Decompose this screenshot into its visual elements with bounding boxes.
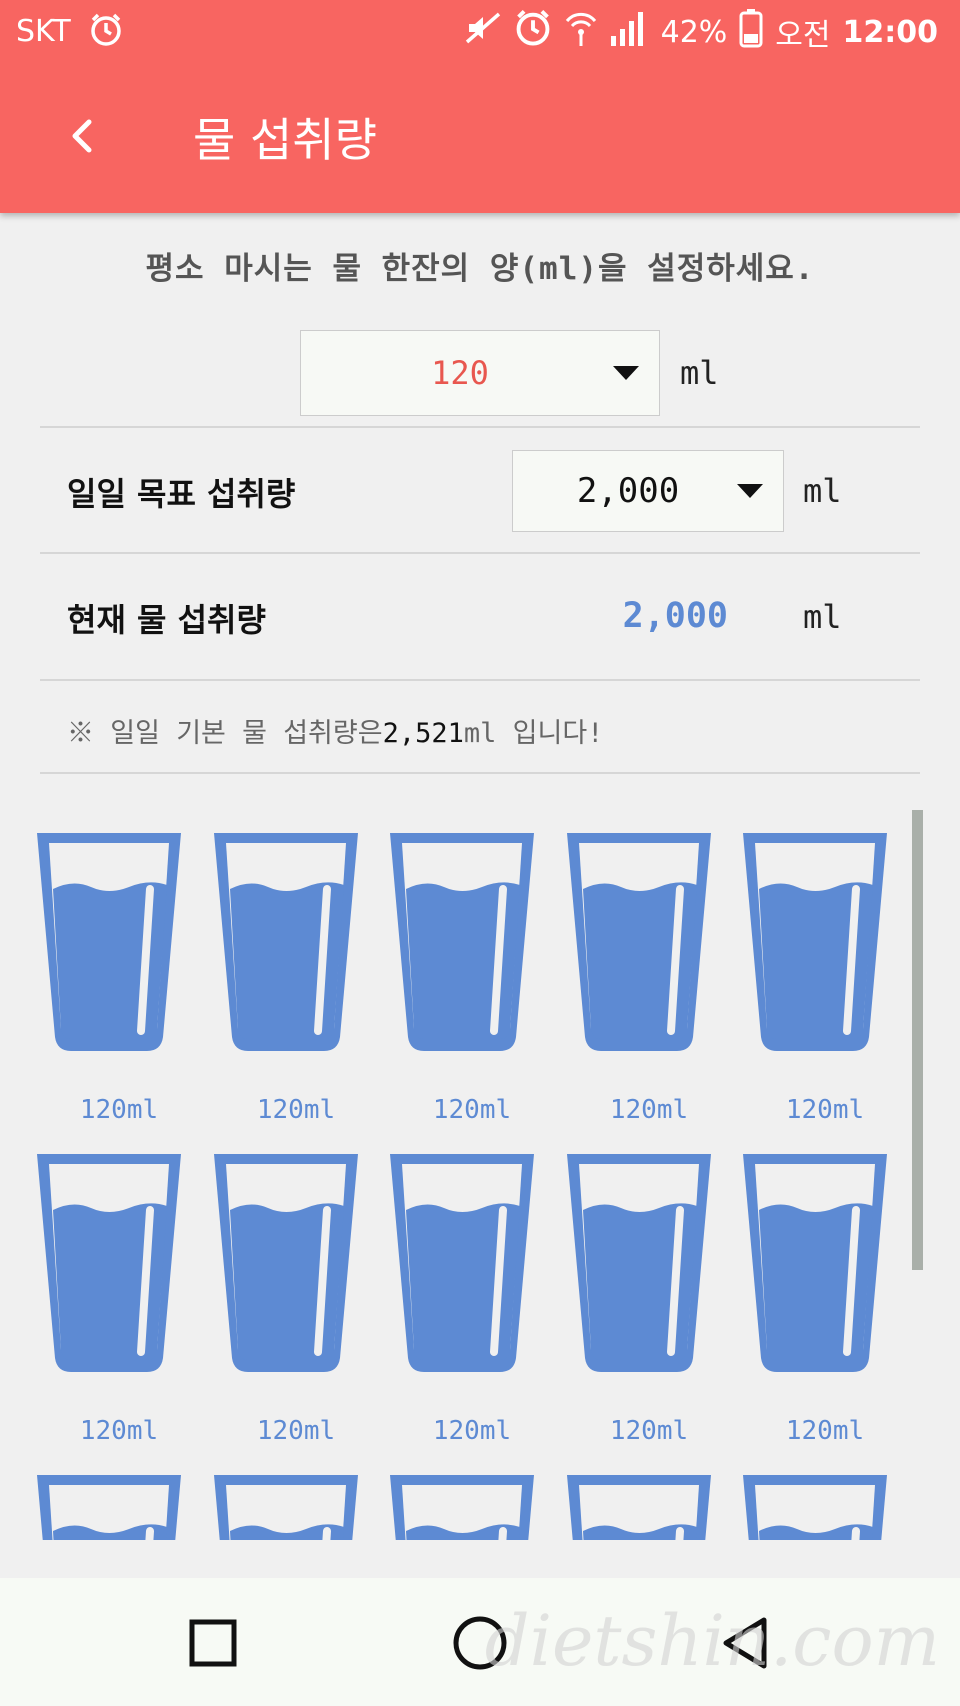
- cup-amount-label: 120ml: [79, 1416, 159, 1446]
- water-cup[interactable]: [214, 1154, 358, 1374]
- water-glass-icon: [214, 833, 358, 1051]
- water-cup[interactable]: [37, 1475, 181, 1540]
- scrollbar[interactable]: [912, 810, 923, 1270]
- recent-apps-button[interactable]: [178, 1608, 248, 1678]
- chevron-left-icon: [72, 119, 92, 153]
- cup-size-value: 120: [431, 354, 489, 392]
- current-intake-unit: ml: [803, 598, 842, 636]
- cup-size-dropdown[interactable]: 120: [300, 330, 660, 416]
- battery-icon: [739, 8, 763, 56]
- app-bar: 물 섭취량: [0, 66, 960, 213]
- water-glass-icon: [37, 1154, 181, 1372]
- status-icons: 42% 오전 12:00: [465, 9, 939, 55]
- cup-grid: 120ml 120ml 120ml 120ml 120ml 120ml 120ml 120ml…: [0, 800, 960, 1540]
- water-glass-icon: [390, 1475, 534, 1540]
- daily-goal-dropdown[interactable]: 2,000: [512, 450, 784, 532]
- cup-size-unit: ml: [680, 354, 719, 392]
- time-prefix: 오전: [775, 18, 831, 53]
- water-glass-icon: [37, 833, 181, 1051]
- water-cup[interactable]: [390, 1154, 534, 1374]
- cup-amount-label: 120ml: [79, 1095, 159, 1125]
- daily-goal-unit: ml: [803, 472, 842, 510]
- cup-amount-label: 120ml: [609, 1095, 689, 1125]
- note-amount: 2,521: [382, 718, 464, 749]
- battery-percent: 42%: [660, 14, 728, 50]
- water-cup[interactable]: [390, 833, 534, 1053]
- water-cup[interactable]: [390, 1475, 534, 1540]
- current-intake-label: 현재 물 섭취량: [67, 601, 266, 639]
- square-icon: [189, 1619, 237, 1667]
- cup-size-prompt: 평소 마시는 물 한잔의 양(ml)을 설정하세요.: [145, 251, 815, 287]
- dropdown-arrow-icon: [737, 484, 763, 498]
- cup-amount-label: 120ml: [256, 1095, 336, 1125]
- cup-amount-label: 120ml: [256, 1416, 336, 1446]
- water-cup[interactable]: [743, 1154, 887, 1374]
- water-cup[interactable]: [567, 1475, 711, 1540]
- dropdown-arrow-icon: [613, 366, 639, 380]
- water-glass-icon: [390, 833, 534, 1051]
- wifi-icon: [565, 9, 597, 55]
- divider: [40, 772, 920, 774]
- divider: [40, 426, 920, 428]
- water-cup[interactable]: [743, 1475, 887, 1540]
- cup-amount-label: 120ml: [609, 1416, 689, 1446]
- water-cup[interactable]: [214, 1475, 358, 1540]
- back-button[interactable]: [52, 106, 112, 166]
- water-glass-icon: [390, 1154, 534, 1372]
- water-glass-icon: [743, 1154, 887, 1372]
- water-glass-icon: [214, 1475, 358, 1540]
- water-cup[interactable]: [37, 833, 181, 1053]
- divider: [40, 552, 920, 554]
- note-prefix: ※ 일일 기본 물 섭취량은: [67, 718, 383, 749]
- alarm-clock-icon: [513, 8, 553, 56]
- page-title: 물 섭취량: [193, 113, 377, 167]
- alarm-icon: [88, 12, 124, 48]
- divider: [40, 679, 920, 681]
- current-intake-value: 2,000: [622, 596, 728, 636]
- cup-amount-label: 120ml: [432, 1416, 512, 1446]
- water-cup[interactable]: [37, 1154, 181, 1374]
- water-cup[interactable]: [743, 833, 887, 1053]
- cup-amount-label: 120ml: [785, 1416, 865, 1446]
- carrier-name: SKT: [16, 14, 71, 49]
- water-glass-icon: [37, 1475, 181, 1540]
- water-glass-icon: [743, 1475, 887, 1540]
- cup-amount-label: 120ml: [432, 1095, 512, 1125]
- water-glass-icon: [567, 833, 711, 1051]
- water-glass-icon: [567, 1475, 711, 1540]
- mute-icon: [465, 12, 501, 52]
- water-cup[interactable]: [567, 1154, 711, 1374]
- daily-goal-label: 일일 목표 섭취량: [67, 475, 296, 513]
- status-bar: SKT 42% 오전 12:00: [0, 0, 960, 66]
- water-glass-icon: [743, 833, 887, 1051]
- signal-icon: [609, 10, 649, 54]
- water-glass-icon: [567, 1154, 711, 1372]
- watermark-text: dietshin.com: [484, 1600, 940, 1682]
- water-glass-icon: [214, 1154, 358, 1372]
- water-cup[interactable]: [567, 833, 711, 1053]
- water-cup[interactable]: [214, 833, 358, 1053]
- note-suffix: ml 입니다!: [463, 718, 604, 749]
- cup-amount-label: 120ml: [785, 1095, 865, 1125]
- daily-base-intake-note: ※ 일일 기본 물 섭취량은2,521ml 입니다!: [67, 711, 603, 750]
- top-bar: SKT 42% 오전 12:00 물 섭취량: [0, 0, 960, 213]
- clock-time: 12:00: [842, 14, 939, 50]
